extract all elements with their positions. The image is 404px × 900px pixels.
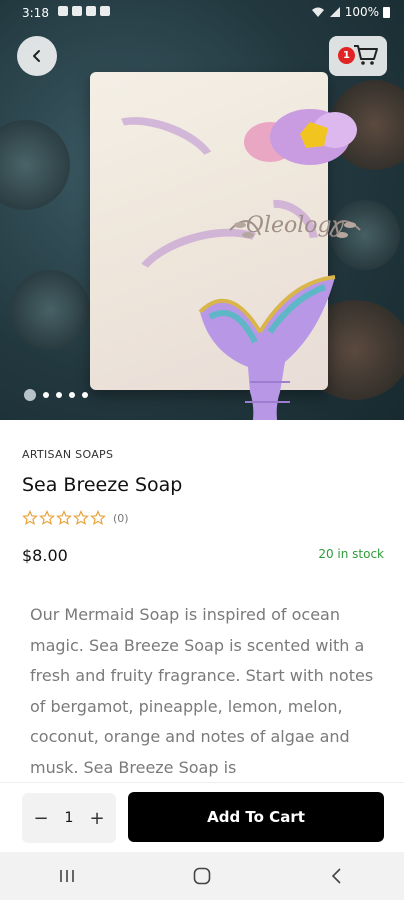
decrease-quantity-button[interactable]: − [32,808,50,829]
back-arrow-icon [331,868,341,884]
product-description: Our Mermaid Soap is inspired of ocean ma… [30,605,374,777]
product-title: Sea Breeze Soap [22,474,183,496]
notification-icons [58,6,110,16]
chevron-left-icon [33,50,40,62]
back-button[interactable] [17,36,57,76]
system-back-button[interactable] [317,861,357,891]
signal-icon [329,7,340,17]
quantity-value[interactable]: 1 [65,810,74,826]
seashell-decor [10,270,90,350]
gallery-dot[interactable] [69,392,75,398]
video-icon [72,6,82,16]
gallery-dot[interactable] [82,392,88,398]
quantity-stepper: − 1 + [22,793,116,843]
recent-apps-icon [60,870,75,882]
sync-icon [100,6,110,16]
product-price: $8.00 [22,546,68,565]
review-count: (0) [113,511,129,525]
home-icon [193,867,211,885]
increase-quantity-button[interactable]: + [88,808,106,829]
brand-stamp: Oleology [229,213,361,238]
gallery-dot[interactable] [56,392,62,398]
seashell-decor [0,120,70,210]
mermaid-tail-decor [198,275,336,420]
product-category[interactable]: ARTISAN SOAPS [22,448,113,461]
battery-icon [383,6,390,18]
system-nav-bar [0,852,404,900]
star-outline-icon [73,510,89,526]
stock-status: 20 in stock [318,547,384,561]
star-outline-icon [22,510,38,526]
gallery-dot[interactable] [43,392,49,398]
action-bar: − 1 + Add To Cart [0,782,404,852]
status-time: 3:18 [22,6,49,20]
star-outline-icon [56,510,72,526]
notification-icon [58,6,68,16]
product-image-gallery[interactable]: Oleology 3:18 100% 1 [0,0,404,420]
star-outline-icon [90,510,106,526]
product-photo: Oleology [90,72,361,420]
gallery-pagination [24,389,88,401]
cart-button[interactable]: 1 [329,36,387,76]
battery-percent: 100% [344,5,379,19]
add-to-cart-button[interactable]: Add To Cart [128,792,384,842]
recent-apps-button[interactable] [47,861,87,891]
star-outline-icon [39,510,55,526]
flower-decor [244,109,357,165]
gallery-dot-active[interactable] [24,389,36,401]
image-icon [86,6,96,16]
wifi-icon [311,7,324,17]
cart-icon [354,45,378,65]
status-right: 100% [311,5,390,19]
product-rating[interactable]: (0) [22,510,129,526]
svg-text:Oleology: Oleology [246,213,345,238]
status-bar: 3:18 100% [0,0,404,26]
home-button[interactable] [182,861,222,891]
